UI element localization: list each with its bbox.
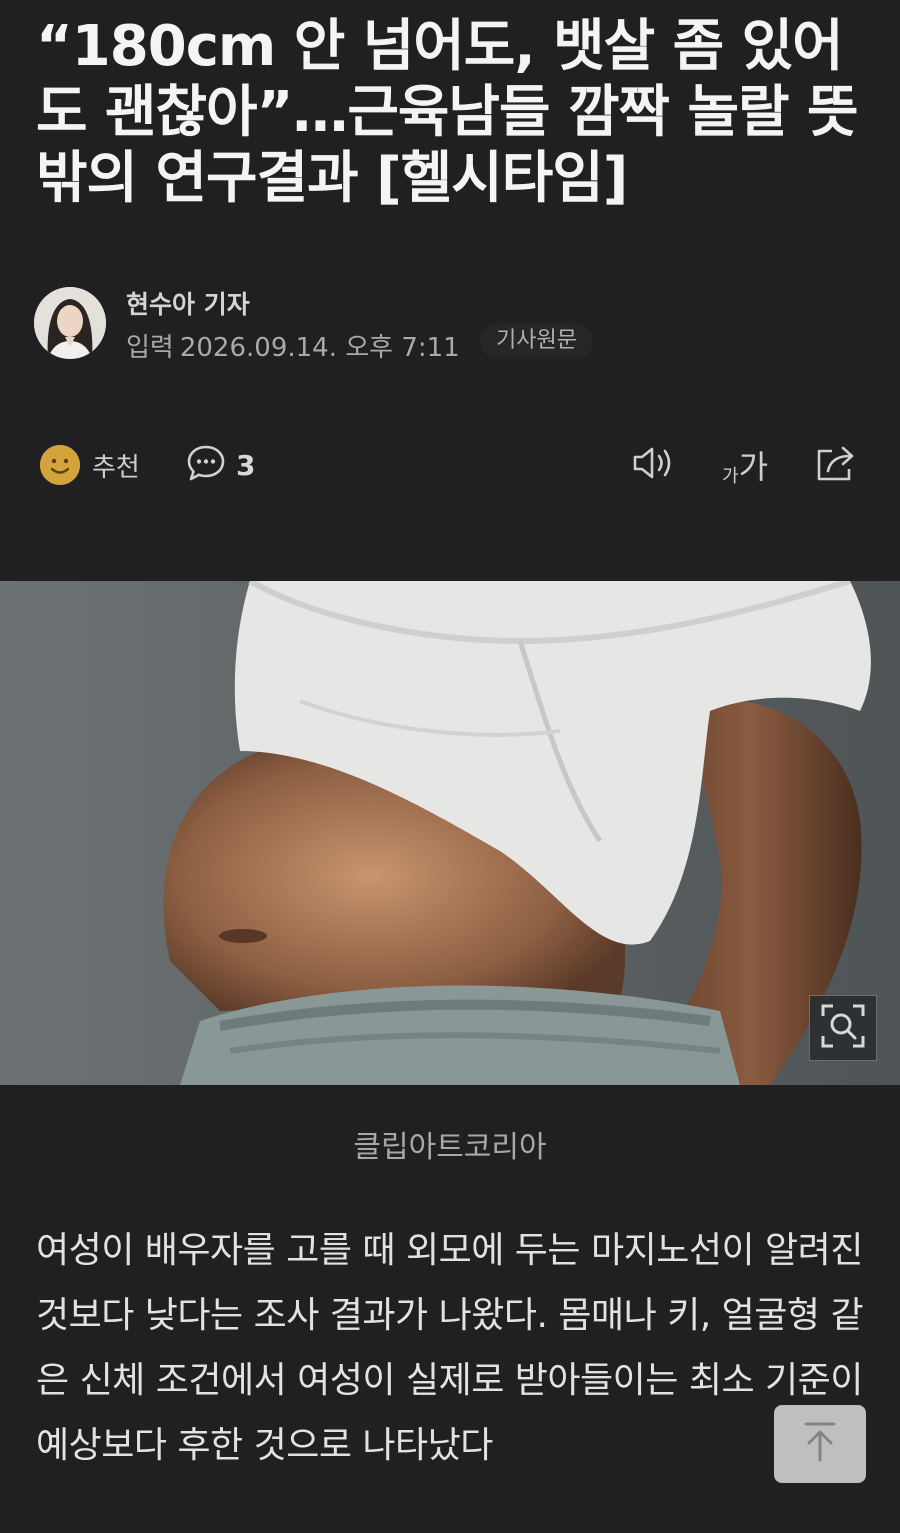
font-size-large-label: 가 xyxy=(738,448,769,486)
comment-icon xyxy=(186,443,226,487)
share-icon xyxy=(814,443,858,487)
font-size-small-label: 가 xyxy=(722,466,739,487)
speaker-icon xyxy=(632,443,678,487)
speaker-button[interactable] xyxy=(632,440,678,490)
avatar[interactable] xyxy=(34,287,106,359)
article-body: 여성이 배우자를 고를 때 외모에 두는 마지노선이 알려진 것보다 낮다는 조… xyxy=(36,1230,864,1466)
font-size-icon: 가가 xyxy=(722,442,768,488)
arrow-up-icon xyxy=(800,1420,840,1468)
zoom-icon xyxy=(819,1002,867,1054)
publish-label: 입력 xyxy=(126,333,174,363)
photo-caption: 클립아트코리아 xyxy=(353,1130,547,1165)
smile-icon xyxy=(40,445,80,485)
author-info: 현수아 기자 입력 2026.09.14. 오후 7:11 기사원문 xyxy=(34,285,864,365)
article-title: “180cm 안 넘어도, 뱃살 좀 있어도 괜찮아”…근육남들 깜짝 놀랄 뜻… xyxy=(36,14,859,211)
recommend-label: 추천 xyxy=(92,452,140,483)
comment-count: 3 xyxy=(236,448,256,482)
font-size-button[interactable]: 가가 xyxy=(722,440,768,490)
publish-date: 2026.09.14. 오후 7:11 xyxy=(179,333,460,363)
article-toolbar: 추천 3 가가 xyxy=(40,440,870,490)
scroll-top-button[interactable] xyxy=(774,1405,866,1483)
comment-button[interactable]: 3 xyxy=(186,440,255,490)
original-article-button[interactable]: 기사원문 xyxy=(480,323,593,359)
share-button[interactable] xyxy=(814,440,858,490)
recommend-button[interactable]: 추천 xyxy=(40,440,140,490)
author-name[interactable]: 현수아 기자 xyxy=(126,285,250,321)
article-photo[interactable] xyxy=(0,581,900,1085)
zoom-button[interactable] xyxy=(809,995,877,1061)
publish-meta: 입력 2026.09.14. 오후 7:11 xyxy=(126,327,460,364)
